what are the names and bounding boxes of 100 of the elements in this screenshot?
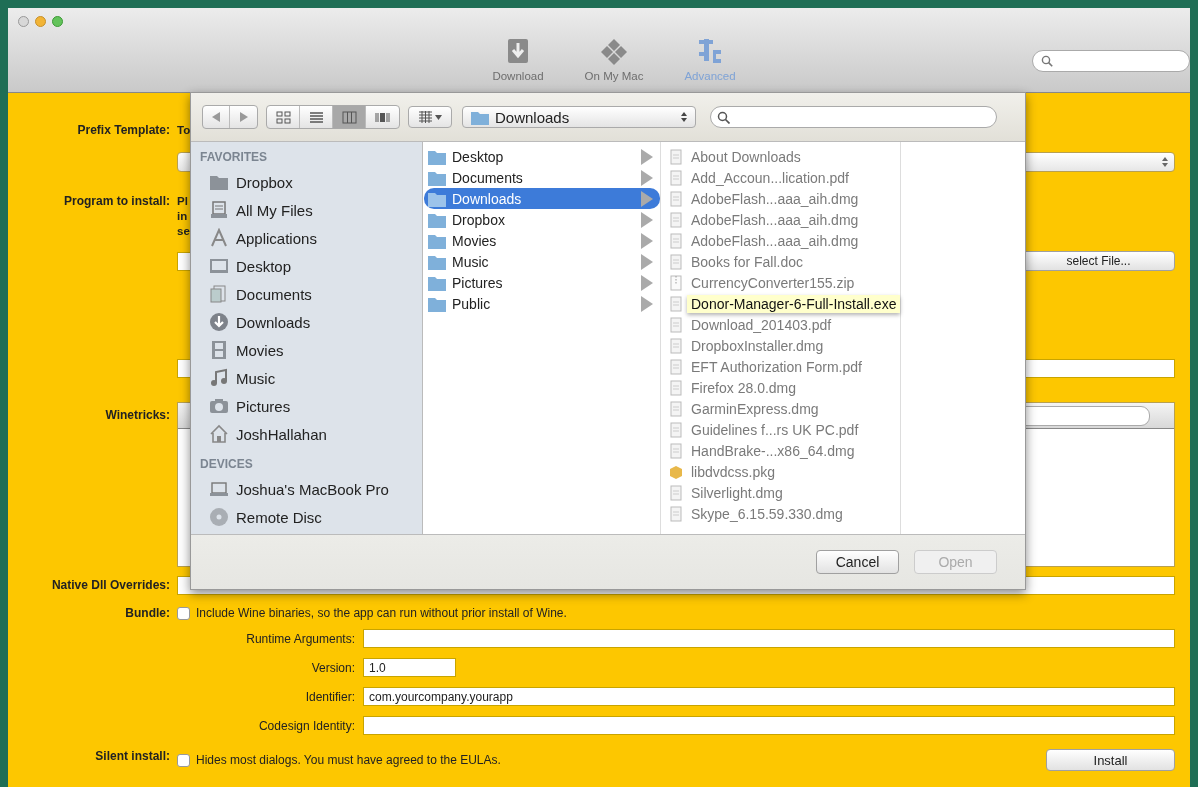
sidebar-item[interactable]: Joshua's MacBook Pro (200, 475, 422, 503)
laptop-icon (209, 479, 229, 499)
location-popup[interactable]: Downloads (462, 106, 696, 128)
file-name: Skype_6.15.59.330.dmg (691, 505, 843, 522)
stepper-icon (1162, 157, 1168, 167)
checkbox-label: Include Wine binaries, so the app can run without prior install of Wine. (196, 606, 567, 620)
folder-row[interactable]: Desktop (424, 146, 660, 167)
text-field[interactable]: com.yourcompany.yourapp (363, 687, 1175, 706)
package-icon (669, 463, 683, 480)
sidebar-item[interactable]: Remote Disc (200, 503, 422, 531)
document-icon (669, 253, 683, 270)
zoom-button[interactable] (52, 16, 63, 27)
file-name: libdvdcss.pkg (691, 463, 776, 480)
filename-tooltip: Donor-Manager-6-Full-Install.exe (687, 294, 901, 313)
sidebar-item[interactable]: All My Files (200, 196, 422, 224)
install-button[interactable]: Install (1046, 749, 1175, 771)
folder-row[interactable]: Dropbox (424, 209, 660, 230)
file-name: AdobeFlash...aaa_aih.dmg (691, 211, 859, 228)
document-icon (209, 284, 229, 304)
field-label: Winetricks: (104, 408, 170, 422)
desktop-icon (209, 256, 229, 276)
file-name: Firefox 28.0.dmg (691, 379, 797, 396)
sidebar-item[interactable]: Documents (200, 280, 422, 308)
document-icon (669, 442, 683, 459)
search-field[interactable] (710, 106, 997, 128)
document-icon (669, 190, 683, 207)
sidebar-heading: DEVICES (200, 457, 254, 473)
field-label: Codesign Identity: (257, 718, 355, 733)
view-mode-button[interactable] (333, 106, 366, 128)
minimize-button[interactable] (35, 16, 46, 27)
sidebar-item[interactable]: Music (200, 364, 422, 392)
caret-icon (434, 114, 442, 120)
folder-row[interactable]: Documents (424, 167, 660, 188)
field-label: Prefix Template: (76, 123, 170, 137)
file-name: About Downloads (691, 148, 801, 165)
file-name: AdobeFlash...aaa_aih.dmg (691, 232, 859, 249)
folder-row[interactable]: Music (424, 251, 660, 272)
checkbox[interactable] (177, 753, 190, 767)
description-text: in (177, 209, 188, 224)
field-label: Identifier: (304, 689, 355, 704)
disc-icon (209, 507, 229, 527)
search-icon (1041, 55, 1053, 67)
arrange-button[interactable] (408, 106, 452, 128)
field-label: Runtime Arguments: (245, 631, 355, 646)
document-icon (669, 232, 683, 249)
folder-icon (428, 274, 446, 291)
document-icon (669, 148, 683, 165)
document-icon (669, 169, 683, 186)
text-field[interactable]: 1.0 (363, 658, 456, 677)
sidebar-item[interactable]: JoshHallahan (200, 420, 422, 448)
document-icon (669, 337, 683, 354)
right-triangle-icon (239, 112, 248, 122)
file-name: HandBrake-...x86_64.dmg (691, 442, 855, 459)
toolbar-tab[interactable]: On My Mac (576, 36, 652, 82)
file-name: EFT Authorization Form.pdf (691, 358, 862, 375)
field-label: Silent install: (94, 749, 170, 763)
file-name: Guidelines f...rs UK PC.pdf (691, 421, 859, 438)
diamonds-icon (599, 36, 629, 66)
sidebar-item[interactable]: Pictures (200, 392, 422, 420)
close-button[interactable] (18, 16, 29, 27)
sidebar-item[interactable]: Applications (200, 224, 422, 252)
download-icon (209, 312, 229, 332)
description-text: se (177, 224, 190, 239)
file-name: Silverlight.dmg (691, 484, 783, 501)
search-icon (717, 110, 730, 124)
text-field[interactable] (363, 716, 1175, 735)
folder-row[interactable]: Movies (424, 230, 660, 251)
folder-icon (428, 148, 446, 165)
sidebar-item[interactable]: Desktop (200, 252, 422, 280)
folder-icon (428, 169, 446, 186)
folder-icon (428, 232, 446, 249)
field-label: Native Dll Overrides: (50, 578, 170, 592)
field-label: Bundle: (124, 606, 170, 620)
description-text: Pl (177, 194, 188, 209)
sidebar-heading: FAVORITES (200, 150, 269, 166)
file-name: Add_Accoun...lication.pdf (691, 169, 849, 186)
folder-icon (428, 211, 446, 228)
document-icon (669, 484, 683, 501)
file-name: DropboxInstaller.dmg (691, 337, 824, 354)
column-view-icon (341, 110, 357, 124)
sidebar-item[interactable]: Dropbox (200, 168, 422, 196)
sidebar-item[interactable]: Movies (200, 336, 422, 364)
document-icon (669, 379, 683, 396)
text-field[interactable] (363, 629, 1175, 648)
document-icon (669, 358, 683, 375)
sidebar-item[interactable]: Downloads (200, 308, 422, 336)
grid-icon (418, 111, 432, 123)
film-icon (209, 340, 229, 360)
document-icon (669, 505, 683, 522)
checkbox[interactable] (177, 606, 190, 620)
cancel-button[interactable]: Cancel (816, 550, 899, 574)
search-field[interactable] (1032, 50, 1190, 72)
file-name: Download_201403.pdf (691, 316, 832, 333)
folder-row[interactable]: Downloads (424, 188, 660, 209)
folder-row[interactable]: Public (424, 293, 660, 314)
checkbox-label: Hides most dialogs. You must have agreed to the EULAs. (196, 753, 501, 767)
camera-icon (209, 396, 229, 416)
music-note-icon (209, 368, 229, 388)
document-icon (669, 295, 683, 312)
folder-row[interactable]: Pictures (424, 272, 660, 293)
